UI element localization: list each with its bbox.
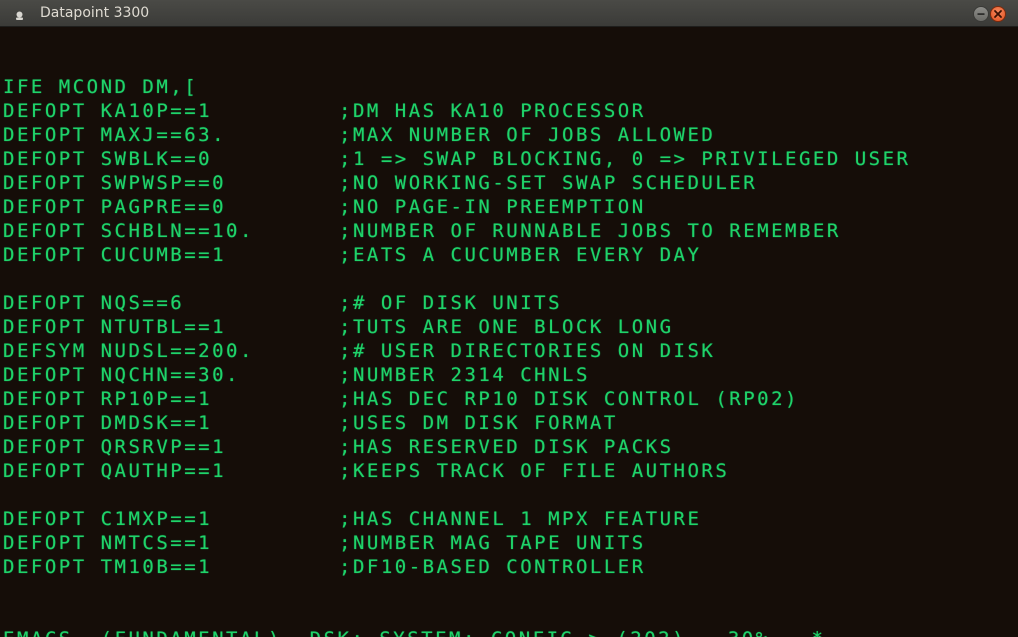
buffer-line: DEFOPT TM10B==1 ;DF10-BASED CONTROLLER bbox=[3, 555, 1015, 579]
code-text: DEFOPT MAXJ==63. bbox=[3, 124, 227, 146]
title-bar[interactable]: Datapoint 3300 bbox=[0, 0, 1018, 27]
code-text: DEFOPT NMTCS==1 bbox=[3, 532, 213, 554]
buffer-line bbox=[3, 483, 1015, 507]
minimize-button[interactable] bbox=[973, 6, 989, 22]
code-text: DEFOPT NQCHN==30. bbox=[3, 364, 240, 386]
code-text: DEFOPT C1MXP==1 bbox=[3, 508, 213, 530]
code-text: DEFOPT DMDSK==1 bbox=[3, 412, 213, 434]
code-text: DEFOPT PAGPRE==0 bbox=[3, 196, 227, 218]
buffer-line: DEFSYM NUDSL==200. ;# USER DIRECTORIES ON… bbox=[3, 339, 1015, 363]
close-button[interactable] bbox=[990, 6, 1006, 22]
code-text: DEFOPT RP10P==1 bbox=[3, 388, 213, 410]
comment-text: ;# OF DISK UNITS bbox=[339, 292, 563, 314]
code-text: DEFOPT QRSRVP==1 bbox=[3, 436, 227, 458]
buffer-line: DEFOPT C1MXP==1 ;HAS CHANNEL 1 MPX FEATUR… bbox=[3, 507, 1015, 531]
code-text: DEFOPT NQS==6 bbox=[3, 292, 185, 314]
close-icon bbox=[994, 10, 1002, 18]
terminal-screen[interactable]: IFE MCOND DM,[DEFOPT KA10P==1 ;DM HAS KA1… bbox=[3, 27, 1015, 637]
buffer-line: DEFOPT KA10P==1 ;DM HAS KA10 PROCESSOR bbox=[3, 99, 1015, 123]
buffer-line: DEFOPT PAGPRE==0 ;NO PAGE-IN PREEMPTION bbox=[3, 195, 1015, 219]
comment-text: ;NUMBER OF RUNNABLE JOBS TO REMEMBER bbox=[339, 220, 841, 242]
comment-text: ;TUTS ARE ONE BLOCK LONG bbox=[339, 316, 674, 338]
buffer-line: DEFOPT NTUTBL==1 ;TUTS ARE ONE BLOCK LONG bbox=[3, 315, 1015, 339]
comment-text: ;HAS DEC RP10 DISK CONTROL (RP02) bbox=[339, 388, 799, 410]
code-text: DEFOPT QAUTHP==1 bbox=[3, 460, 227, 482]
code-text: DEFOPT CUCUMB==1 bbox=[3, 244, 227, 266]
code-text: DEFSYM NUDSL==200. bbox=[3, 340, 254, 362]
code-text: DEFOPT SWBLK==0 bbox=[3, 148, 213, 170]
code-text: IFE MCOND DM,[ bbox=[3, 76, 199, 98]
buffer-line: DEFOPT DMDSK==1 ;USES DM DISK FORMAT bbox=[3, 411, 1015, 435]
buffer-line: DEFOPT SWPWSP==0 ;NO WORKING-SET SWAP SCH… bbox=[3, 171, 1015, 195]
code-text: DEFOPT NTUTBL==1 bbox=[3, 316, 227, 338]
buffer-line: DEFOPT QAUTHP==1 ;KEEPS TRACK OF FILE AUT… bbox=[3, 459, 1015, 483]
buffer-line: DEFOPT RP10P==1 ;HAS DEC RP10 DISK CONTRO… bbox=[3, 387, 1015, 411]
comment-text: ;USES DM DISK FORMAT bbox=[339, 412, 618, 434]
buffer-line: DEFOPT NQS==6 ;# OF DISK UNITS bbox=[3, 291, 1015, 315]
minimize-icon bbox=[977, 13, 985, 15]
comment-text: ;MAX NUMBER OF JOBS ALLOWED bbox=[339, 124, 716, 146]
comment-text: ;DF10-BASED CONTROLLER bbox=[339, 556, 646, 578]
buffer-lines: IFE MCOND DM,[DEFOPT KA10P==1 ;DM HAS KA1… bbox=[3, 75, 1015, 579]
emacs-mode-line: EMACS (FUNDAMENTAL) DSK: SYSTEM; CONFIG … bbox=[3, 627, 1015, 637]
comment-text: ;# USER DIRECTORIES ON DISK bbox=[339, 340, 716, 362]
buffer-line: DEFOPT SCHBLN==10. ;NUMBER OF RUNNABLE JO… bbox=[3, 219, 1015, 243]
comment-text: ;KEEPS TRACK OF FILE AUTHORS bbox=[339, 460, 730, 482]
comment-text: ;EATS A CUCUMBER EVERY DAY bbox=[339, 244, 702, 266]
comment-text: ;NUMBER 2314 CHNLS bbox=[339, 364, 590, 386]
code-text: DEFOPT TM10B==1 bbox=[3, 556, 213, 578]
comment-text: ;HAS RESERVED DISK PACKS bbox=[339, 436, 674, 458]
code-text: DEFOPT SWPWSP==0 bbox=[3, 172, 227, 194]
buffer-line: DEFOPT MAXJ==63. ;MAX NUMBER OF JOBS ALLO… bbox=[3, 123, 1015, 147]
buffer-line: DEFOPT NQCHN==30. ;NUMBER 2314 CHNLS bbox=[3, 363, 1015, 387]
buffer-line: DEFOPT SWBLK==0 ;1 => SWAP BLOCKING, 0 =>… bbox=[3, 147, 1015, 171]
comment-text: ;DM HAS KA10 PROCESSOR bbox=[339, 100, 646, 122]
buffer-line: DEFOPT CUCUMB==1 ;EATS A CUCUMBER EVERY D… bbox=[3, 243, 1015, 267]
comment-text: ;HAS CHANNEL 1 MPX FEATURE bbox=[339, 508, 702, 530]
comment-text: ;NO WORKING-SET SWAP SCHEDULER bbox=[339, 172, 758, 194]
terminal-window: Datapoint 3300 IFE MCOND DM,[DEFOPT KA10… bbox=[0, 0, 1018, 637]
code-text: DEFOPT SCHBLN==10. bbox=[3, 220, 254, 242]
code-text: DEFOPT KA10P==1 bbox=[3, 100, 213, 122]
window-title: Datapoint 3300 bbox=[40, 5, 150, 21]
buffer-line: IFE MCOND DM,[ bbox=[3, 75, 1015, 99]
buffer-line: DEFOPT QRSRVP==1 ;HAS RESERVED DISK PACKS bbox=[3, 435, 1015, 459]
app-icon bbox=[14, 8, 25, 20]
buffer-line: DEFOPT NMTCS==1 ;NUMBER MAG TAPE UNITS bbox=[3, 531, 1015, 555]
comment-text: ;1 => SWAP BLOCKING, 0 => PRIVILEGED USE… bbox=[339, 148, 911, 170]
comment-text: ;NUMBER MAG TAPE UNITS bbox=[339, 532, 646, 554]
buffer-line bbox=[3, 267, 1015, 291]
comment-text: ;NO PAGE-IN PREEMPTION bbox=[339, 196, 646, 218]
